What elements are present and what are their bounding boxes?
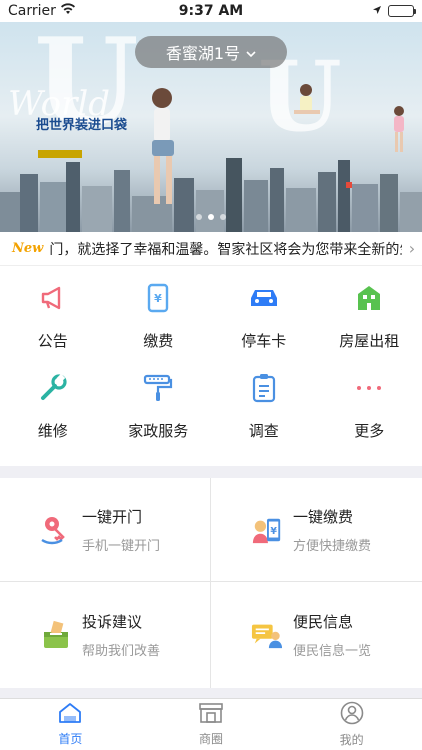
service-parking-card[interactable]: 停车卡: [211, 280, 317, 370]
carousel-dot[interactable]: [196, 214, 202, 220]
location-selector[interactable]: 香蜜湖1号: [135, 36, 287, 68]
service-label: 维修: [37, 422, 68, 440]
phone-payment-icon: ¥: [140, 280, 176, 316]
building-icon: [351, 280, 387, 316]
card-complaint-suggestion[interactable]: 投诉建议 帮助我们改善: [0, 582, 211, 688]
tab-profile[interactable]: 我的: [281, 699, 422, 750]
service-housekeeping[interactable]: 家政服务: [106, 370, 212, 460]
model-figure-image: [394, 106, 404, 152]
card-subtitle: 帮助我们改善: [82, 644, 161, 659]
mobile-pay-icon: ¥: [251, 514, 283, 546]
feature-cards: 一键开门 手机一键开门 ¥ 一键缴费 方便快捷缴费 投诉建议 帮助我们改善 便民…: [0, 478, 422, 688]
key-icon: [40, 514, 72, 546]
service-house-rental[interactable]: 房屋出租: [317, 280, 422, 370]
model-figure-image: [294, 84, 320, 114]
service-survey[interactable]: 调查: [211, 370, 317, 460]
wrench-icon: [35, 370, 71, 406]
service-label: 更多: [354, 422, 385, 440]
model-figure-image: [152, 88, 174, 204]
carousel-dot[interactable]: [220, 214, 226, 220]
service-label: 公告: [37, 332, 68, 350]
megaphone-icon: [35, 280, 71, 316]
carousel-dot[interactable]: [208, 214, 214, 220]
service-label: 缴费: [143, 332, 174, 350]
chevron-right-icon: ›: [408, 239, 416, 258]
notice-bar[interactable]: New 门，就选择了幸福和温馨。智家社区将会为您带来全新的生活体验 ›: [0, 232, 422, 266]
card-title: 一键开门: [82, 507, 143, 526]
battery-icon: [388, 5, 416, 17]
status-bar: Carrier 9:37 AM: [0, 0, 422, 22]
card-one-key-payment[interactable]: ¥ 一键缴费 方便快捷缴费: [211, 478, 422, 582]
carousel-pagination: [0, 214, 422, 220]
status-time: 9:37 AM: [178, 3, 244, 19]
city-skyline-image: [0, 158, 422, 232]
banner-promo-tag: [38, 150, 82, 158]
car-icon: [246, 280, 282, 316]
banner-promo-text: 把世界装进口袋: [36, 118, 128, 133]
service-label: 房屋出租: [339, 332, 400, 350]
service-label: 停车卡: [241, 332, 287, 350]
card-subtitle: 便民信息一览: [293, 644, 372, 659]
service-label: 家政服务: [128, 422, 189, 440]
service-more[interactable]: 更多: [317, 370, 422, 460]
card-subtitle: 手机一键开门: [82, 538, 161, 554]
svg-text:¥: ¥: [154, 292, 162, 305]
tab-label: 首页: [58, 732, 83, 746]
profile-icon: [340, 701, 364, 728]
service-payment[interactable]: ¥ 缴费: [106, 280, 212, 370]
suggestion-box-icon: [40, 619, 72, 651]
card-title: 一键缴费: [293, 507, 354, 526]
card-title: 便民信息: [293, 613, 354, 631]
tab-label: 我的: [339, 733, 364, 747]
more-dots-icon: [351, 370, 387, 406]
clipboard-icon: [246, 370, 282, 406]
bottom-tab-bar: 首页 商圈 我的: [0, 698, 422, 750]
store-icon: [198, 702, 224, 727]
tab-business-district[interactable]: 商圈: [141, 699, 282, 750]
tab-label: 商圈: [199, 732, 224, 746]
card-title: 投诉建议: [82, 613, 143, 631]
paint-roller-icon: [140, 370, 176, 406]
chevron-down-icon: [246, 43, 256, 62]
home-icon: [58, 702, 82, 727]
card-subtitle: 方便快捷缴费: [293, 538, 372, 554]
service-repair[interactable]: 维修: [0, 370, 106, 460]
new-badge: New: [12, 241, 44, 256]
card-one-key-open-door[interactable]: 一键开门 手机一键开门: [0, 478, 211, 582]
service-label: 调查: [248, 422, 279, 440]
service-grid: 公告 ¥ 缴费 停车卡 房屋出租 维修 家政服务 调查 更多: [0, 266, 422, 466]
tab-home[interactable]: 首页: [0, 699, 141, 750]
card-convenience-info[interactable]: 便民信息 便民信息一览: [211, 582, 422, 688]
svg-text:¥: ¥: [270, 525, 277, 536]
banner-carousel[interactable]: U U World 把世界装进口袋 香蜜湖1号: [0, 22, 422, 232]
notice-text: 门，就选择了幸福和温馨。智家社区将会为您带来全新的生活体验: [49, 241, 402, 258]
service-announcement[interactable]: 公告: [0, 280, 106, 370]
location-label: 香蜜湖1号: [165, 44, 241, 63]
info-chat-icon: [251, 619, 283, 651]
